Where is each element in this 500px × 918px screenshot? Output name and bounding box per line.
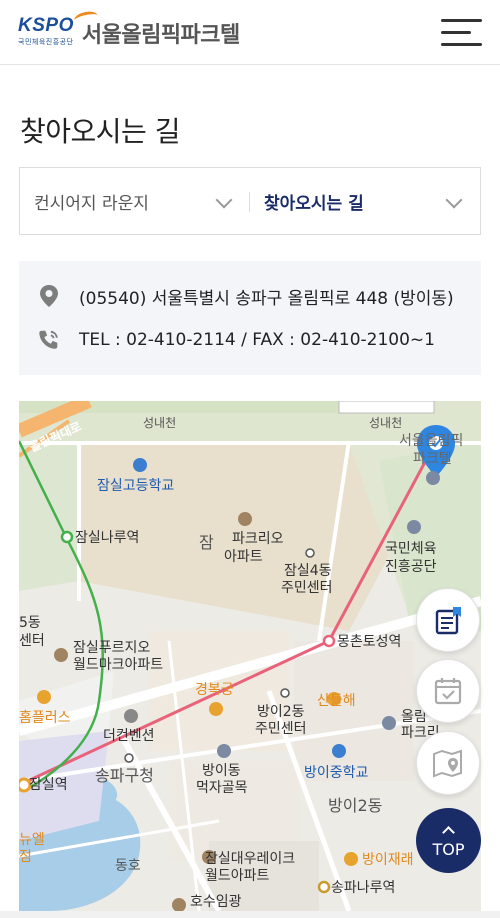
map-label-sandeulhae: 산들해 <box>317 693 356 709</box>
map-label-hosu: 호수임광 <box>190 894 242 910</box>
map-label-park-rio-1: 파크리오 <box>232 531 284 547</box>
map-label-new-1: 뉴엘 <box>19 832 45 848</box>
reservation-icon <box>435 607 461 635</box>
map-label-donghoo: 동호 <box>115 858 141 874</box>
map-label-kspo-1: 국민체육 <box>385 541 437 557</box>
hamburger-menu-button[interactable] <box>441 19 482 47</box>
scroll-top-button[interactable]: TOP <box>416 808 481 873</box>
location-pin-icon <box>37 283 61 309</box>
map-label-seongnae-right: 성내천 <box>369 415 402 430</box>
check-button[interactable] <box>416 659 480 723</box>
map-label-jamsil4-2: 주민센터 <box>281 580 333 596</box>
menu-line-icon <box>441 31 471 34</box>
map-label-jamsil-station: 잠실역 <box>29 777 68 793</box>
location-map[interactable]: 성내천 성내천 서울올림픽 파크텔 잠실고등학교 잠실나루역 잠 파크리오 아파… <box>19 401 481 911</box>
map-label-bangi-alley-1: 방이동 <box>202 763 241 779</box>
map-label-prugio-1: 잠실푸르지오 <box>73 640 150 656</box>
map-label-dong-left-1: 5동 <box>19 615 41 631</box>
top-label: TOP <box>432 840 465 859</box>
site-header: KSPO 국민체육진흥공단 서울올림픽파크텔 <box>0 0 500 65</box>
chevron-down-icon <box>445 191 463 209</box>
map-pin-icon <box>433 749 462 778</box>
map-label-bangi2: 방이2동 <box>328 796 382 815</box>
kspo-logo: KSPO 국민체육진흥공단 <box>18 9 99 47</box>
logo-park-name: 서울올림픽파크텔 <box>81 23 240 48</box>
address-info-box: (05540) 서울특별시 송파구 올림픽로 448 (방이동) TEL : 0… <box>19 261 481 375</box>
map-label-bangi-jae: 방이재래 <box>362 852 414 868</box>
chevron-up-icon <box>442 826 455 839</box>
map-label-new-2: 점 <box>19 849 32 865</box>
map-label-jamsil-naru: 잠실나루역 <box>75 530 139 546</box>
bottom-bar <box>0 911 500 918</box>
category-dropdown[interactable]: 컨시어지 라운지 <box>20 168 250 234</box>
menu-line-icon <box>441 43 482 46</box>
map-label-songpa-naru: 송파나루역 <box>331 880 395 896</box>
map-label-bangi-middle: 방이중학교 <box>304 765 369 781</box>
map-label-bangi-alley-2: 먹자골목 <box>196 780 248 796</box>
menu-line-icon <box>441 19 482 22</box>
address-row: (05540) 서울특별시 송파구 올림픽로 448 (방이동) <box>37 283 454 309</box>
map-label-bangi2-center-1: 방이2동 <box>257 704 305 720</box>
map-label-jamsil4-1: 잠실4동 <box>284 563 332 579</box>
map-label-dong-left-2: 센터 <box>19 633 45 649</box>
logo[interactable]: KSPO 국민체육진흥공단 서울올림픽파크텔 <box>18 9 240 48</box>
map-label-hotel-1: 서울올림픽 <box>399 433 463 449</box>
map-label-kspo-2: 진흥공단 <box>385 559 437 575</box>
contact-row: TEL : 02-410-2114 / FAX : 02-410-2100~1 <box>37 327 435 353</box>
calendar-check-icon <box>434 678 462 705</box>
location-selector: 컨시어지 라운지 찾아오시는 길 <box>19 167 481 235</box>
chevron-down-icon <box>215 191 233 209</box>
map-label-songpa-office: 송파구청 <box>95 766 154 785</box>
logo-brand: KSPO <box>18 15 74 36</box>
logo-sub: 국민체육진흥공단 <box>18 38 74 46</box>
page-dropdown[interactable]: 찾아오시는 길 <box>250 168 480 234</box>
map-label-prugio-2: 월드마크아파트 <box>73 657 163 673</box>
page-dropdown-label: 찾아오시는 길 <box>264 193 364 214</box>
map-canvas: 성내천 성내천 서울올림픽 파크텔 잠실고등학교 잠실나루역 잠 파크리오 아파… <box>19 401 481 911</box>
category-label: 컨시어지 라운지 <box>34 193 149 214</box>
map-label-seongnae-left: 성내천 <box>143 415 176 430</box>
map-label-bangi2-center-2: 주민센터 <box>255 721 307 737</box>
page-title: 찾아오시는 길 <box>20 115 180 148</box>
map-label-daewoo-1: 잠실대우레이크 <box>205 851 295 867</box>
map-label-the-convention: 더컨벤션 <box>103 728 155 744</box>
map-label-gyeongbokgung: 경복궁 <box>195 682 234 698</box>
map-label-daewoo-2: 월드아파트 <box>205 868 270 884</box>
map-label-jam: 잠 <box>199 533 214 552</box>
map-label-jamsil-high: 잠실고등학교 <box>97 478 174 494</box>
map-label-hotel-2: 파크텔 <box>413 451 452 467</box>
phone-icon <box>37 327 61 353</box>
address-text: (05540) 서울특별시 송파구 올림픽로 448 (방이동) <box>79 288 454 309</box>
map-label-plus: 홈플러스 <box>19 710 71 726</box>
map-label-park-rio-2: 아파트 <box>224 549 263 565</box>
location-button[interactable] <box>416 731 480 795</box>
reservation-button[interactable] <box>416 588 480 652</box>
map-label-mongchon: 몽촌토성역 <box>337 634 401 650</box>
contact-text: TEL : 02-410-2114 / FAX : 02-410-2100~1 <box>79 330 435 350</box>
